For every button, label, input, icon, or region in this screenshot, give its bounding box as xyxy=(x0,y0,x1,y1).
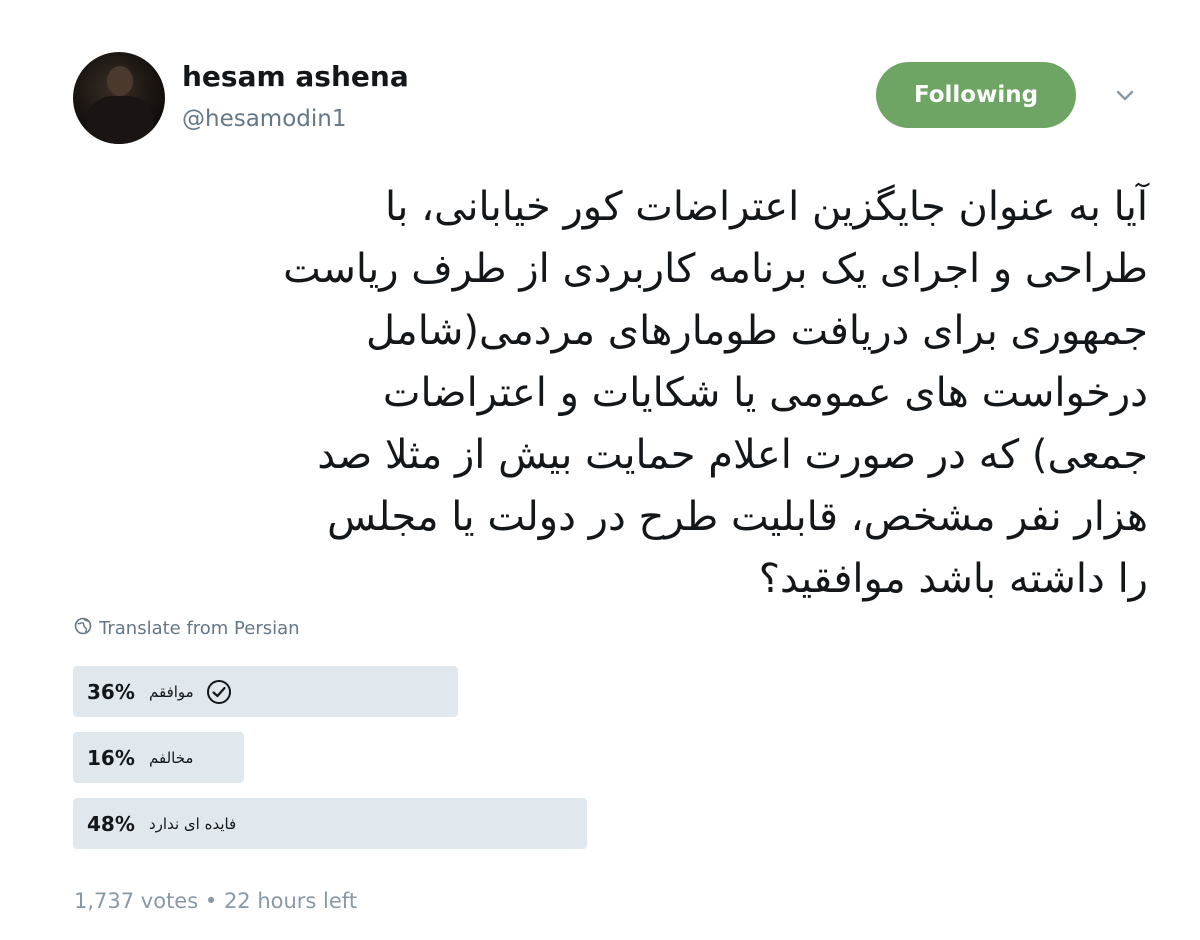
poll-option-percent: 16% xyxy=(87,745,135,770)
poll-option-percent: 48% xyxy=(87,811,135,836)
poll-meta-separator: • xyxy=(204,889,218,913)
avatar-head-shape xyxy=(107,66,133,96)
poll-option-percent: 36% xyxy=(87,679,135,704)
following-button[interactable]: Following xyxy=(876,62,1076,128)
author-handle[interactable]: @hesamodin1 xyxy=(182,106,346,132)
poll-option-label: موافقم xyxy=(149,682,194,701)
poll-time-left: 22 hours left xyxy=(223,889,358,913)
translate-link[interactable]: Translate from Persian xyxy=(74,617,300,640)
avatar-shoulders-shape xyxy=(87,96,153,144)
poll-option[interactable]: 48% فایده ای ندارد xyxy=(73,798,587,849)
tweet-text: آیا به عنوان جایگزین اعتراضات کور خیابان… xyxy=(283,184,1148,602)
avatar[interactable] xyxy=(73,52,165,144)
author-display-name[interactable]: hesam ashena xyxy=(182,60,409,93)
check-circle-icon xyxy=(206,679,232,705)
poll-option-label: مخالفم xyxy=(149,748,194,767)
poll-meta: 1,737 votes • 22 hours left xyxy=(74,889,357,913)
poll-vote-count: 1,737 votes xyxy=(74,889,199,913)
translate-label: Translate from Persian xyxy=(99,618,300,639)
poll-option-label: فایده ای ندارد xyxy=(149,814,237,833)
poll-option[interactable]: 16% مخالفم xyxy=(73,732,244,783)
globe-icon xyxy=(74,617,92,640)
chevron-down-icon[interactable] xyxy=(1112,86,1138,106)
poll-option[interactable]: 36% موافقم xyxy=(73,666,458,717)
